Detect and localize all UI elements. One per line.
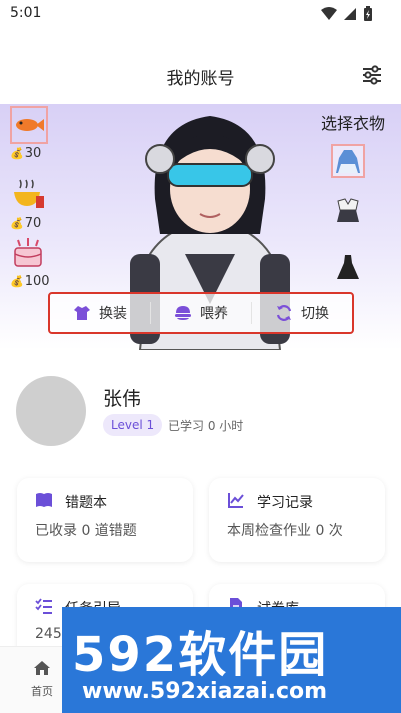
- checklist-icon: [35, 598, 52, 614]
- status-icons: [321, 6, 373, 22]
- food-price: 💰70: [10, 216, 42, 231]
- watermark-title: 592软件园: [72, 627, 329, 683]
- status-bar: 5:01: [0, 0, 401, 28]
- card-title: 错题本: [65, 495, 107, 511]
- switch-button[interactable]: 切换: [252, 294, 352, 332]
- card-subtitle: 本周检查作业 0 次: [227, 523, 343, 539]
- pet-banner: 💰30 💰70 💰100 选择衣物 换装 喂养 切换: [0, 104, 401, 350]
- card-study-record[interactable]: 学习记录 本周检查作业 0 次: [209, 478, 385, 562]
- food-item-cake[interactable]: 💰100: [10, 234, 60, 289]
- black-dress-icon[interactable]: [333, 252, 367, 286]
- change-outfit-button[interactable]: 换装: [50, 294, 150, 332]
- nav-home-label: 首页: [31, 685, 53, 698]
- pet-action-bar: 换装 喂养 切换: [48, 292, 354, 334]
- avatar[interactable]: [16, 376, 86, 446]
- user-name: 张伟: [103, 388, 142, 410]
- study-time: 已学习 0 小时: [168, 419, 244, 433]
- food-bowl-icon: [175, 306, 191, 320]
- food-item-fish[interactable]: 💰30: [10, 106, 60, 161]
- filter-settings-icon[interactable]: [361, 64, 383, 86]
- signal-icon: [344, 8, 356, 20]
- noodle-bowl-icon[interactable]: [10, 176, 48, 214]
- coin-icon: 💰: [10, 217, 24, 230]
- nav-home[interactable]: 首页: [22, 659, 62, 699]
- battery-icon: [364, 6, 372, 21]
- level-badge: Level 1: [103, 414, 163, 436]
- dress-blue-icon[interactable]: [331, 144, 365, 178]
- user-profile: 张伟 Level 1 已学习 0 小时: [0, 374, 401, 454]
- chart-icon: [228, 493, 244, 508]
- home-icon: [34, 661, 50, 675]
- food-price: 💰100: [10, 274, 50, 289]
- page-title: 我的账号: [166, 69, 235, 89]
- cake-icon[interactable]: [10, 234, 48, 272]
- food-item-noodles[interactable]: 💰70: [10, 176, 60, 231]
- book-icon: [36, 493, 52, 507]
- status-time: 5:01: [10, 5, 42, 21]
- choose-clothes-label: 选择衣物: [320, 114, 385, 133]
- card-wrong-questions[interactable]: 错题本 已收录 0 道错题: [17, 478, 193, 562]
- watermark-url: www.592xiazai.com: [82, 679, 328, 704]
- food-price: 💰30: [10, 146, 42, 161]
- uniform-icon[interactable]: [333, 196, 367, 230]
- fish-icon[interactable]: [10, 106, 48, 144]
- shirt-icon: [74, 306, 90, 320]
- refresh-icon: [276, 305, 292, 321]
- coin-icon: 💰: [10, 275, 24, 288]
- site-watermark: 592软件园 www.592xiazai.com: [62, 607, 401, 713]
- wifi-icon: [321, 7, 337, 20]
- feed-button[interactable]: 喂养: [151, 294, 251, 332]
- app-header: 我的账号: [0, 56, 401, 96]
- card-title: 学习记录: [257, 495, 313, 511]
- coin-icon: 💰: [10, 147, 24, 160]
- card-subtitle: 245: [35, 626, 62, 642]
- card-subtitle: 已收录 0 道错题: [35, 523, 137, 539]
